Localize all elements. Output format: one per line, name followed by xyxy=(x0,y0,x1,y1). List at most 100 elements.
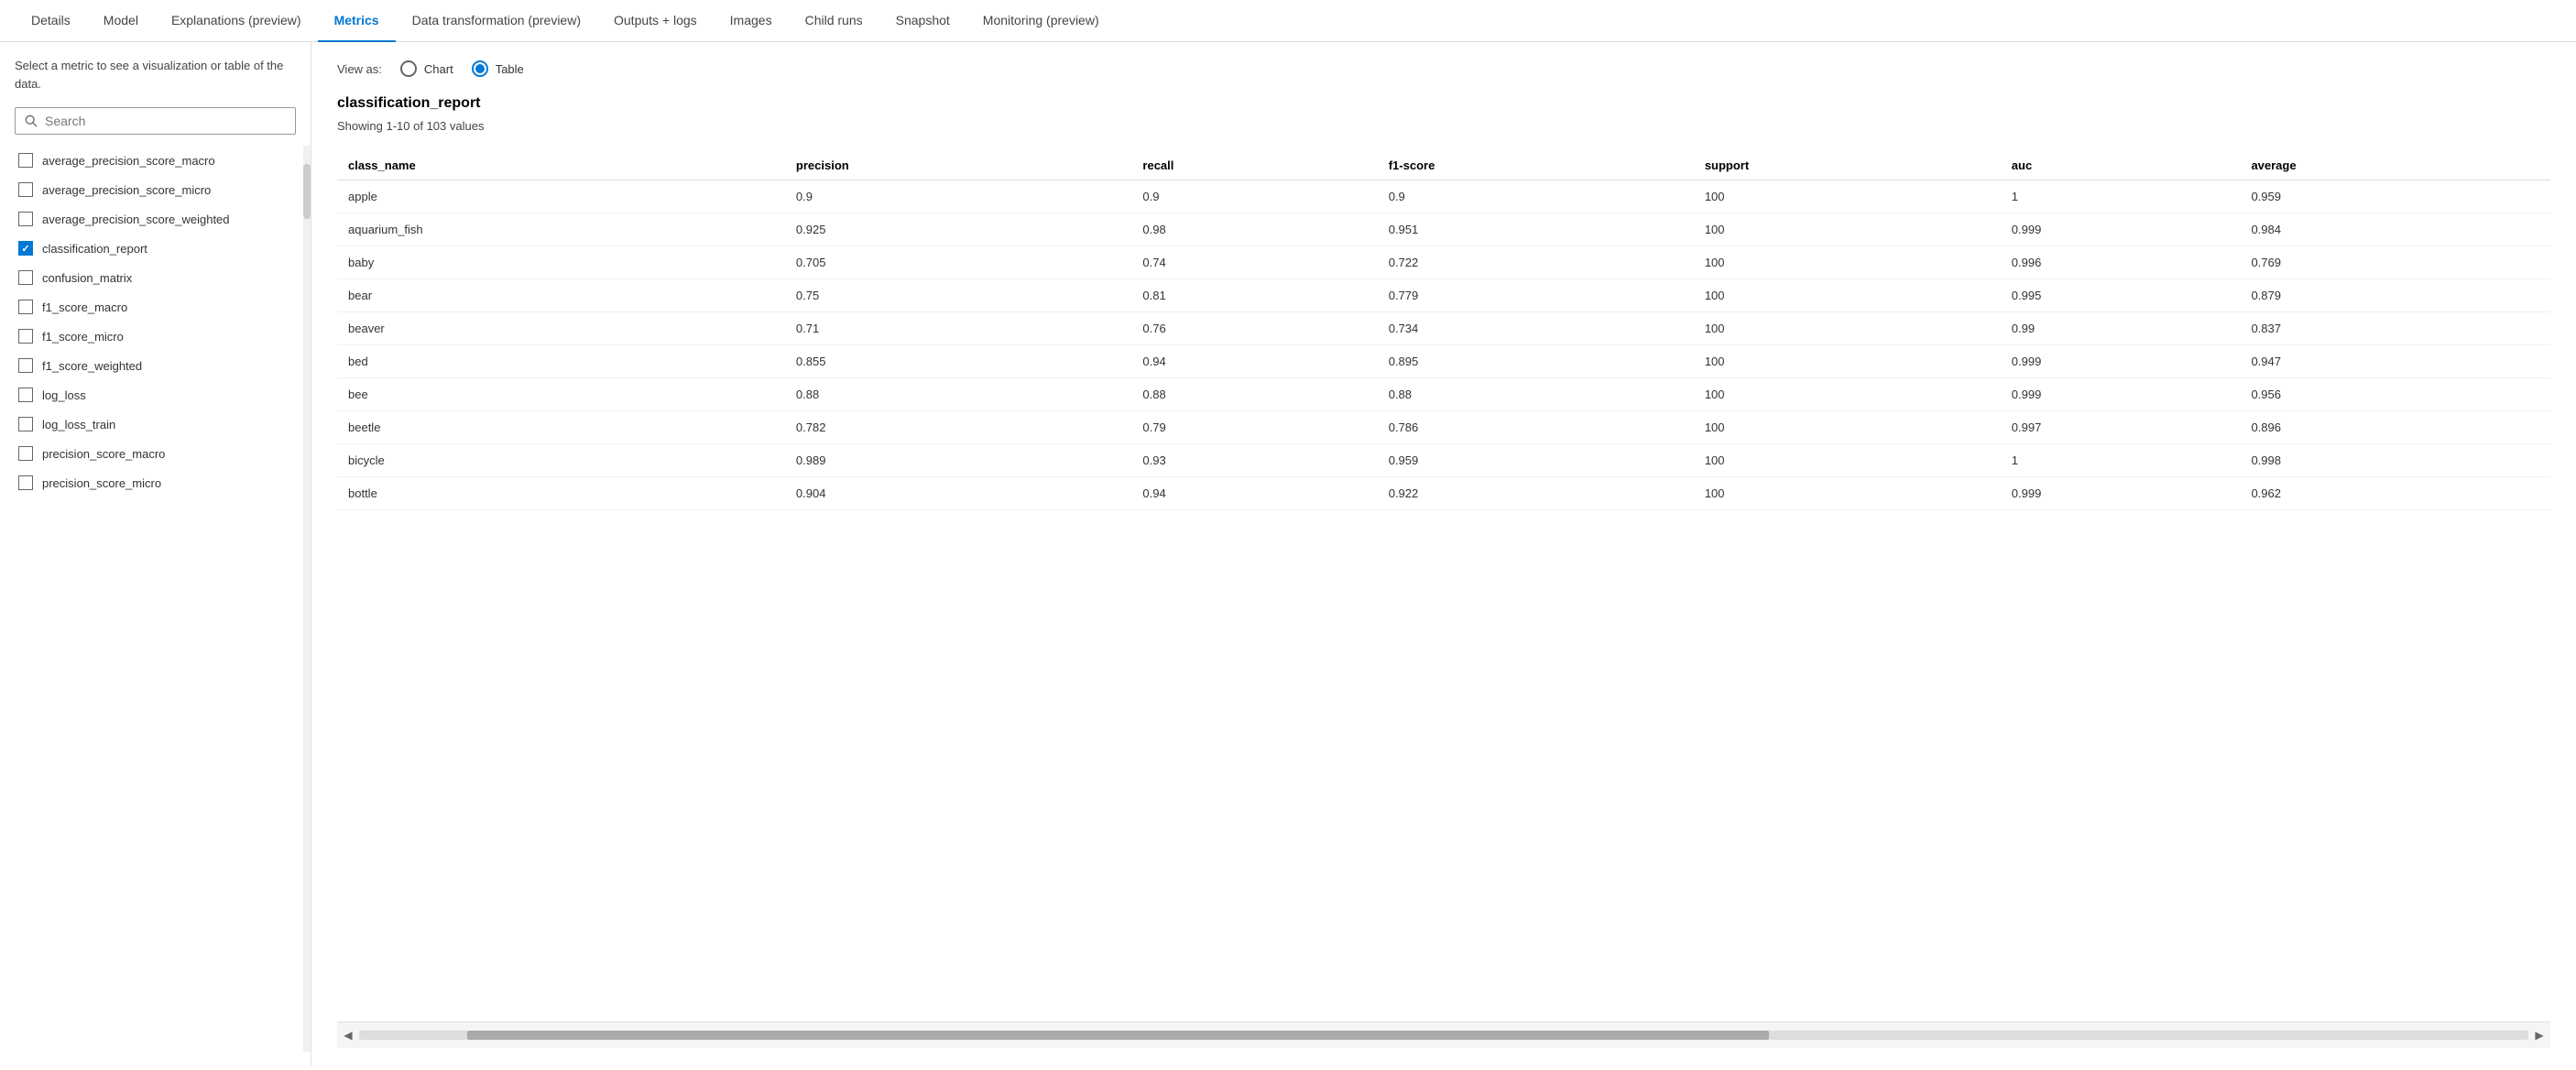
table-cell: 0.786 xyxy=(1378,411,1694,444)
table-cell: 0.997 xyxy=(2001,411,2241,444)
metric-item[interactable]: average_precision_score_macro xyxy=(15,146,296,175)
metric-label: confusion_matrix xyxy=(42,271,132,285)
search-input[interactable] xyxy=(45,114,286,128)
metric-checkbox[interactable] xyxy=(18,153,33,168)
metric-item[interactable]: f1_score_micro xyxy=(15,322,296,351)
table-cell: 0.984 xyxy=(2240,213,2550,246)
tab-images[interactable]: Images xyxy=(714,0,789,42)
table-cell: 0.734 xyxy=(1378,312,1694,345)
table-container[interactable]: class_nameprecisionrecallf1-scoresupport… xyxy=(337,151,2550,1021)
tab-child-runs[interactable]: Child runs xyxy=(789,0,879,42)
metric-checkbox[interactable] xyxy=(18,358,33,373)
table-cell: beetle xyxy=(337,411,785,444)
tab-explanations--preview-[interactable]: Explanations (preview) xyxy=(155,0,318,42)
tab-data-transformation--preview-[interactable]: Data transformation (preview) xyxy=(396,0,597,42)
metric-item[interactable]: f1_score_macro xyxy=(15,292,296,322)
table-cell: 100 xyxy=(1694,213,2001,246)
table-cell: 0.769 xyxy=(2240,246,2550,279)
metric-label: classification_report xyxy=(42,242,147,256)
table-cell: 0.782 xyxy=(785,411,1132,444)
metric-item[interactable]: log_loss_train xyxy=(15,409,296,439)
metric-checkbox[interactable] xyxy=(18,417,33,431)
table-radio-circle[interactable] xyxy=(472,60,488,77)
sidebar-scroll-thumb[interactable] xyxy=(303,164,311,219)
table-cell: 0.999 xyxy=(2001,477,2241,510)
search-box[interactable] xyxy=(15,107,296,135)
table-cell: 0.71 xyxy=(785,312,1132,345)
table-cell: 0.99 xyxy=(2001,312,2241,345)
metric-item[interactable]: f1_score_weighted xyxy=(15,351,296,380)
metric-checkbox[interactable] xyxy=(18,212,33,226)
tab-snapshot[interactable]: Snapshot xyxy=(879,0,966,42)
horizontal-scrollbar[interactable]: ◀ ▶ xyxy=(337,1021,2550,1048)
table-cell: 0.705 xyxy=(785,246,1132,279)
metric-checkbox[interactable] xyxy=(18,329,33,344)
sidebar: Select a metric to see a visualization o… xyxy=(0,42,311,1066)
tab-monitoring--preview-[interactable]: Monitoring (preview) xyxy=(966,0,1116,42)
metric-label: average_precision_score_micro xyxy=(42,183,211,197)
metric-checkbox[interactable] xyxy=(18,270,33,285)
metric-item[interactable]: classification_report xyxy=(15,234,296,263)
chart-radio-option[interactable]: Chart xyxy=(400,60,453,77)
table-cell: 100 xyxy=(1694,312,2001,345)
metric-checkbox[interactable] xyxy=(18,300,33,314)
table-row: aquarium_fish0.9250.980.9511000.9990.984 xyxy=(337,213,2550,246)
metric-label: average_precision_score_macro xyxy=(42,154,215,168)
table-cell: 0.904 xyxy=(785,477,1132,510)
table-cell: 100 xyxy=(1694,477,2001,510)
metric-checkbox[interactable] xyxy=(18,182,33,197)
column-header-precision: precision xyxy=(785,151,1132,180)
sidebar-scroll-track[interactable] xyxy=(303,146,311,1052)
metric-item[interactable]: precision_score_micro xyxy=(15,468,296,497)
scroll-right-arrow[interactable]: ▶ xyxy=(2528,1026,2550,1044)
metric-checkbox[interactable] xyxy=(18,475,33,490)
table-row: beaver0.710.760.7341000.990.837 xyxy=(337,312,2550,345)
table-cell: 0.9 xyxy=(1378,180,1694,213)
metric-label: average_precision_score_weighted xyxy=(42,213,230,226)
table-cell: bottle xyxy=(337,477,785,510)
header-row: class_nameprecisionrecallf1-scoresupport… xyxy=(337,151,2550,180)
tab-outputs---logs[interactable]: Outputs + logs xyxy=(597,0,714,42)
table-cell: 100 xyxy=(1694,279,2001,312)
main-layout: Select a metric to see a visualization o… xyxy=(0,42,2576,1066)
table-cell: 0.779 xyxy=(1378,279,1694,312)
metric-checkbox[interactable] xyxy=(18,388,33,402)
table-cell: 0.999 xyxy=(2001,378,2241,411)
metric-item[interactable]: confusion_matrix xyxy=(15,263,296,292)
table-cell: 100 xyxy=(1694,180,2001,213)
table-body: apple0.90.90.910010.959aquarium_fish0.92… xyxy=(337,180,2550,510)
scroll-track[interactable] xyxy=(359,1031,2528,1040)
metric-item[interactable]: precision_score_macro xyxy=(15,439,296,468)
table-row: apple0.90.90.910010.959 xyxy=(337,180,2550,213)
tab-bar: DetailsModelExplanations (preview)Metric… xyxy=(0,0,2576,42)
table-cell: 0.925 xyxy=(785,213,1132,246)
view-as-row: View as: Chart Table xyxy=(337,60,2550,77)
metric-item[interactable]: log_loss xyxy=(15,380,296,409)
table-cell: 0.959 xyxy=(1378,444,1694,477)
table-cell: 0.837 xyxy=(2240,312,2550,345)
metric-item[interactable]: average_precision_score_micro xyxy=(15,175,296,204)
table-cell: 0.996 xyxy=(2001,246,2241,279)
metric-item[interactable]: average_precision_score_weighted xyxy=(15,204,296,234)
table-row: bed0.8550.940.8951000.9990.947 xyxy=(337,345,2550,378)
table-cell: 0.94 xyxy=(1131,345,1377,378)
column-header-recall: recall xyxy=(1131,151,1377,180)
table-cell: 0.951 xyxy=(1378,213,1694,246)
table-radio-option[interactable]: Table xyxy=(472,60,524,77)
table-cell: 0.98 xyxy=(1131,213,1377,246)
metric-checkbox[interactable] xyxy=(18,241,33,256)
tab-details[interactable]: Details xyxy=(15,0,87,42)
table-cell: 0.999 xyxy=(2001,345,2241,378)
tab-metrics[interactable]: Metrics xyxy=(318,0,396,42)
table-cell: bear xyxy=(337,279,785,312)
chart-radio-circle[interactable] xyxy=(400,60,417,77)
table-cell: 0.93 xyxy=(1131,444,1377,477)
table-row: baby0.7050.740.7221000.9960.769 xyxy=(337,246,2550,279)
table-radio-label: Table xyxy=(496,62,524,76)
tab-model[interactable]: Model xyxy=(87,0,155,42)
showing-text: Showing 1-10 of 103 values xyxy=(337,119,2550,133)
metric-checkbox[interactable] xyxy=(18,446,33,461)
scroll-thumb[interactable] xyxy=(467,1031,1769,1040)
table-cell: aquarium_fish xyxy=(337,213,785,246)
scroll-left-arrow[interactable]: ◀ xyxy=(337,1026,359,1044)
